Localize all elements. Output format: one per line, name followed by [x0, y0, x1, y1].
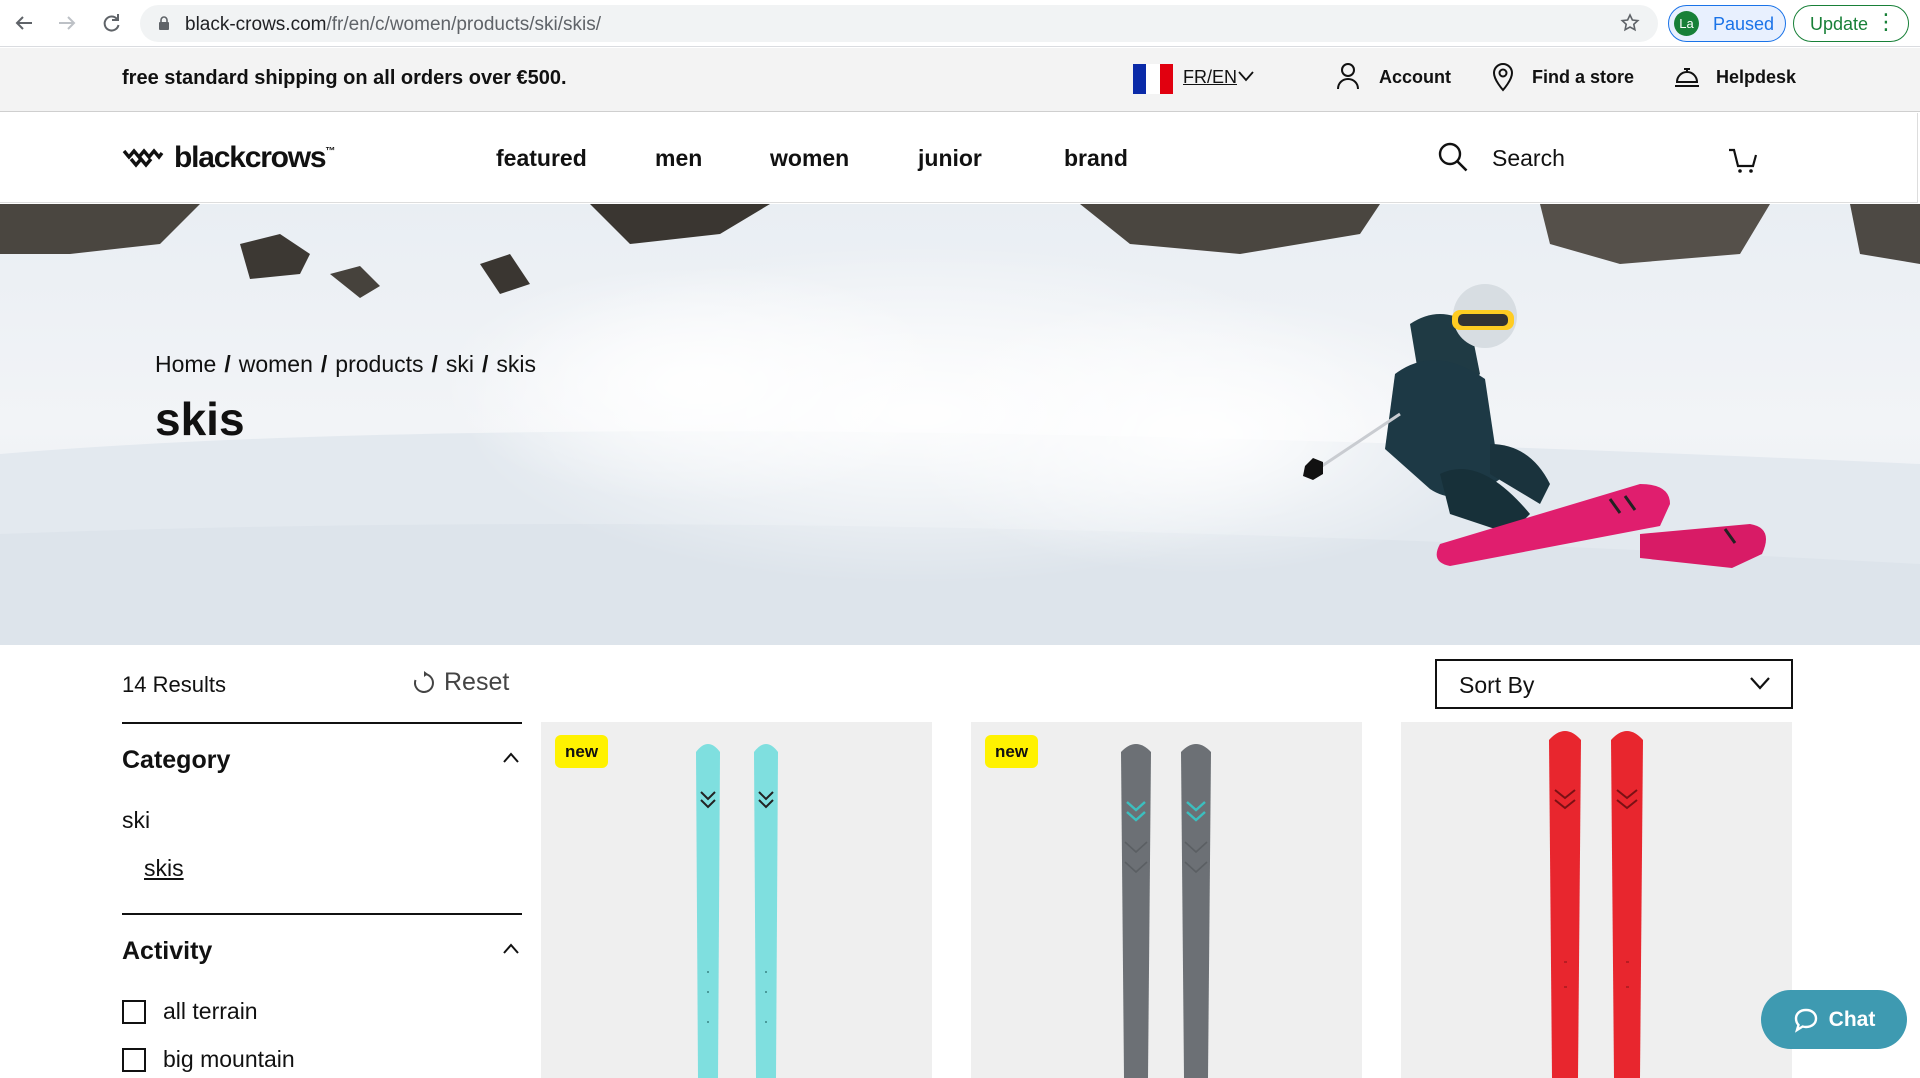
helpdesk-link[interactable]: Helpdesk	[1716, 67, 1796, 88]
account-icon[interactable]	[1335, 60, 1361, 92]
chat-label: Chat	[1828, 1007, 1876, 1031]
chat-button[interactable]: Chat	[1761, 990, 1907, 1049]
find-store-link[interactable]: Find a store	[1532, 67, 1634, 88]
product-card[interactable]: new	[971, 722, 1362, 1078]
sort-by-select[interactable]: Sort By	[1435, 659, 1793, 709]
breadcrumb-ski[interactable]: ski	[446, 351, 474, 378]
shipping-banner: free standard shipping on all orders ove…	[122, 67, 567, 89]
location-pin-icon[interactable]	[1491, 60, 1515, 92]
reset-icon	[414, 670, 434, 693]
nav-featured[interactable]: featured	[496, 145, 587, 172]
filter-divider	[122, 913, 522, 915]
nav-brand[interactable]: brand	[1064, 145, 1128, 172]
chevron-down-icon[interactable]	[1238, 70, 1254, 82]
breadcrumb-home[interactable]: Home	[155, 351, 216, 378]
results-count: 14 Results	[122, 672, 226, 697]
product-card[interactable]	[1401, 722, 1792, 1078]
language-selector[interactable]: FR/EN	[1183, 67, 1237, 88]
chevron-up-icon[interactable]	[502, 943, 520, 955]
reset-label: Reset	[444, 668, 510, 696]
chevron-up-icon[interactable]	[502, 752, 520, 764]
filter-category-toggle[interactable]: Category	[122, 746, 230, 775]
filter-option-big-mountain[interactable]: big mountain	[122, 1046, 295, 1073]
nav-men[interactable]: men	[655, 145, 702, 172]
filter-option-label: big mountain	[163, 1046, 295, 1072]
page-title: skis	[155, 393, 245, 445]
reload-icon[interactable]	[97, 9, 125, 37]
product-image	[1549, 731, 1643, 1078]
search-button[interactable]: Search	[1492, 145, 1565, 172]
url-text: black-crows.com/fr/en/c/women/products/s…	[185, 14, 602, 35]
cart-icon[interactable]	[1727, 146, 1759, 174]
search-icon[interactable]	[1437, 141, 1469, 173]
update-button[interactable]: Update ⋮	[1793, 5, 1909, 42]
france-flag-icon[interactable]	[1133, 64, 1173, 94]
sort-by-label: Sort By	[1459, 672, 1535, 698]
filter-divider	[122, 722, 522, 724]
filter-category-skis[interactable]: skis	[144, 855, 184, 882]
account-link[interactable]: Account	[1379, 67, 1451, 88]
breadcrumb-products[interactable]: products	[335, 351, 423, 378]
product-image	[696, 744, 778, 1078]
filter-category-ski[interactable]: ski	[122, 807, 150, 834]
hero-skier-image	[0, 204, 1920, 645]
breadcrumb-separator: /	[224, 351, 231, 377]
new-badge: new	[985, 735, 1039, 768]
breadcrumb-separator: /	[431, 351, 438, 377]
logo-wordmark: blackcrows	[174, 141, 327, 174]
filter-activity-toggle[interactable]: Activity	[122, 937, 212, 966]
avatar: La	[1674, 11, 1699, 36]
breadcrumb-skis: skis	[496, 351, 537, 377]
site-header: blackcrows ™ featured men women junior b…	[0, 113, 1918, 203]
lock-icon	[159, 16, 169, 30]
filter-option-all-terrain[interactable]: all terrain	[122, 998, 258, 1025]
chat-bubble-icon	[1794, 1008, 1817, 1033]
checkbox[interactable]	[122, 999, 146, 1024]
breadcrumb-separator: /	[320, 351, 328, 377]
bookmark-star-icon[interactable]	[1620, 13, 1640, 33]
profile-status: Paused	[1713, 14, 1775, 34]
address-bar[interactable]: black-crows.com/fr/en/c/women/products/s…	[140, 5, 1658, 42]
back-arrow-icon[interactable]	[10, 9, 38, 37]
update-label: Update	[1810, 14, 1869, 34]
logo-trademark: ™	[325, 145, 336, 157]
nav-junior[interactable]: junior	[918, 145, 982, 172]
filter-option-label: all terrain	[163, 998, 258, 1024]
checkbox[interactable]	[122, 1047, 146, 1072]
site-logo[interactable]: blackcrows ™	[122, 141, 335, 175]
breadcrumb: Home / women / products / ski / skis	[155, 351, 536, 378]
crows-logo-icon	[122, 148, 164, 168]
more-menu-icon[interactable]: ⋮	[1875, 10, 1897, 34]
browser-toolbar: black-crows.com/fr/en/c/women/products/s…	[0, 0, 1920, 47]
nav-women[interactable]: women	[770, 145, 849, 172]
utility-bar: free standard shipping on all orders ove…	[0, 48, 1920, 112]
chevron-down-icon	[1750, 677, 1770, 690]
forward-arrow-icon[interactable]	[53, 9, 81, 37]
reset-filters-button[interactable]: Reset	[412, 668, 509, 697]
profile-button[interactable]: La Paused	[1668, 5, 1786, 42]
new-badge: new	[555, 735, 609, 768]
product-image	[1121, 744, 1211, 1078]
service-bell-icon[interactable]	[1673, 60, 1701, 92]
breadcrumb-women[interactable]: women	[239, 351, 313, 378]
breadcrumb-separator: /	[482, 351, 489, 377]
hero-banner: Home / women / products / ski / skis ski…	[0, 204, 1920, 645]
product-card[interactable]: new	[541, 722, 932, 1078]
